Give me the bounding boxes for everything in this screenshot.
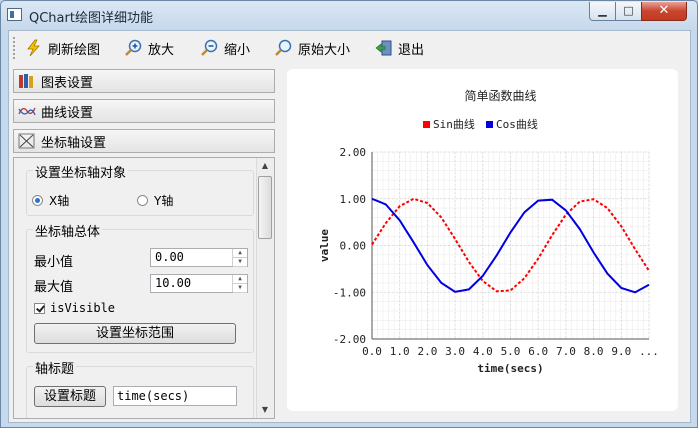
max-spin-arrows[interactable]: ▲ ▼ <box>232 275 247 293</box>
zoom-in-label: 放大 <box>148 42 175 58</box>
x-tick-label: 8.0 <box>584 345 604 358</box>
chart-svg: 0.0 1.0 2.0 3.0 4.0 5.0 6.0 7.0 8.0 9.0 ... 2.00 1.0… <box>318 88 659 375</box>
y-tick-label: 2.00 <box>340 146 367 159</box>
toolbar-grip[interactable] <box>13 37 18 59</box>
max-value: 10.00 <box>155 276 192 290</box>
spin-up-icon[interactable]: ▲ <box>233 275 247 284</box>
axis-object-group: 设置坐标轴对象 X轴 Y轴 <box>26 162 254 216</box>
y-axis-radio-label: Y轴 <box>154 194 174 208</box>
spin-down-icon[interactable]: ▼ <box>233 258 247 267</box>
legend-marker <box>486 121 493 128</box>
x-tick-label: ... <box>639 345 659 358</box>
scroll-down-icon[interactable]: ▼ <box>259 403 271 417</box>
zoom-in-button[interactable]: 放大 <box>125 36 174 60</box>
axis-overall-group: 坐标轴总体 最小值 0.00 ▲ ▼ 最大值 10.00 ▲ ▼ isVisible <box>26 221 254 353</box>
legend-label: Cos曲线 <box>496 117 538 131</box>
axis-title-group: 轴标题 设置标题 time(secs) <box>26 358 254 418</box>
curve-icon <box>18 103 36 119</box>
chart-view[interactable]: 0.0 1.0 2.0 3.0 4.0 5.0 6.0 7.0 8.0 9.0... 2.00 1.0… <box>287 69 678 411</box>
y-axis-radio[interactable]: Y轴 <box>137 192 173 209</box>
app-window-icon <box>7 8 22 21</box>
x-axis-radio-label: X轴 <box>49 194 70 208</box>
toolbar: 刷新绘图 放大 缩小 原始大小 退出 <box>9 31 690 64</box>
y-tick-label: 0.00 <box>340 240 367 253</box>
zoom-in-icon <box>125 39 143 57</box>
min-value: 0.00 <box>155 250 184 264</box>
axis-title-group-title: 轴标题 <box>33 358 77 377</box>
x-tick-label: 3.0 <box>445 345 465 358</box>
legend-marker <box>423 121 430 128</box>
y-tick-label: 1.00 <box>340 193 367 206</box>
x-axis-radio[interactable]: X轴 <box>32 192 69 209</box>
x-tick-label: 1.0 <box>390 345 410 358</box>
scroll-up-icon[interactable]: ▲ <box>259 159 271 173</box>
exit-label: 退出 <box>398 42 425 58</box>
x-axis-radio-indicator <box>32 195 43 206</box>
x-axis-label: time(secs) <box>477 362 543 375</box>
close-button[interactable]: ✕ <box>641 2 687 21</box>
axis-settings-page: 设置坐标轴对象 X轴 Y轴 坐标轴总体 最小值 0.00 ▲ ▼ 最大值 10.… <box>13 157 275 419</box>
series-settings-tab[interactable]: 曲线设置 <box>13 99 275 123</box>
x-tick-label: 9.0 <box>611 345 631 358</box>
y-axis-label: value <box>318 229 331 262</box>
y-axis-radio-indicator <box>137 195 148 206</box>
original-size-button[interactable]: 原始大小 <box>275 36 350 60</box>
refresh-button[interactable]: 刷新绘图 <box>25 36 100 60</box>
axis-overall-title: 坐标轴总体 <box>33 221 103 240</box>
zoom-out-icon <box>201 39 219 57</box>
chart-settings-label: 图表设置 <box>41 75 94 91</box>
x-tick-label: 2.0 <box>417 345 437 358</box>
axis-icon <box>18 133 36 149</box>
spin-down-icon[interactable]: ▼ <box>233 284 247 293</box>
client-area: 刷新绘图 放大 缩小 原始大小 退出 图表设置 曲线设置 坐标轴设置 设置坐标轴… <box>8 30 691 423</box>
chart-settings-tab[interactable]: 图表设置 <box>13 69 275 93</box>
settings-toolbox: 图表设置 曲线设置 坐标轴设置 设置坐标轴对象 X轴 Y轴 坐标轴总体 最小值 … <box>13 69 275 419</box>
minimize-icon: ▁ <box>598 4 607 17</box>
maximize-icon: □ <box>623 4 634 17</box>
set-title-button[interactable]: 设置标题 <box>34 386 106 407</box>
x-tick-label: 5.0 <box>501 345 521 358</box>
axis-settings-tab[interactable]: 坐标轴设置 <box>13 129 275 153</box>
x-tick-label: 0.0 <box>362 345 382 358</box>
scrollbar-thumb[interactable] <box>258 176 272 239</box>
zoom-out-button[interactable]: 缩小 <box>201 36 250 60</box>
close-icon: ✕ <box>658 3 670 18</box>
magnifier-icon <box>275 39 293 57</box>
vertical-scrollbar[interactable]: ▲ ▼ <box>256 158 274 418</box>
exit-button[interactable]: 退出 <box>375 36 424 60</box>
books-icon <box>18 73 36 89</box>
axis-title-input[interactable]: time(secs) <box>113 386 237 406</box>
min-spin-arrows[interactable]: ▲ ▼ <box>232 249 247 267</box>
zoom-out-label: 缩小 <box>224 42 251 58</box>
y-tick-label: -2.00 <box>333 333 366 346</box>
x-tick-label: 7.0 <box>556 345 576 358</box>
min-value-spinbox[interactable]: 0.00 ▲ ▼ <box>150 248 248 267</box>
min-label: 最小值 <box>34 255 74 270</box>
main-window: QChart绘图详细功能 ▁ □ ✕ 刷新绘图 放大 缩小 原始大小 退出 图表… <box>0 0 698 428</box>
window-title: QChart绘图详细功能 <box>29 11 153 26</box>
series-settings-label: 曲线设置 <box>41 105 94 121</box>
axis-object-title: 设置坐标轴对象 <box>33 162 129 181</box>
exit-icon <box>375 39 393 57</box>
axis-settings-label: 坐标轴设置 <box>41 135 107 151</box>
x-tick-label: 6.0 <box>528 345 548 358</box>
spin-up-icon[interactable]: ▲ <box>233 249 247 258</box>
is-visible-checkbox[interactable]: isVisible <box>34 301 115 315</box>
is-visible-label: isVisible <box>50 301 116 315</box>
refresh-label: 刷新绘图 <box>48 42 101 58</box>
set-range-button[interactable]: 设置坐标范围 <box>34 323 236 344</box>
minimize-button[interactable]: ▁ <box>589 2 616 21</box>
lightning-icon <box>25 39 43 57</box>
max-label: 最大值 <box>34 280 74 295</box>
chart-title: 简单函数曲线 <box>464 88 536 103</box>
original-size-label: 原始大小 <box>298 42 351 58</box>
maximize-button[interactable]: □ <box>615 2 642 21</box>
title-bar[interactable]: QChart绘图详细功能 ▁ □ ✕ <box>1 1 697 29</box>
max-value-spinbox[interactable]: 10.00 ▲ ▼ <box>150 274 248 293</box>
legend-label: Sin曲线 <box>433 117 475 131</box>
x-tick-label: 4.0 <box>473 345 493 358</box>
y-tick-label: -1.00 <box>333 286 366 299</box>
checkbox-check-icon <box>34 302 45 314</box>
